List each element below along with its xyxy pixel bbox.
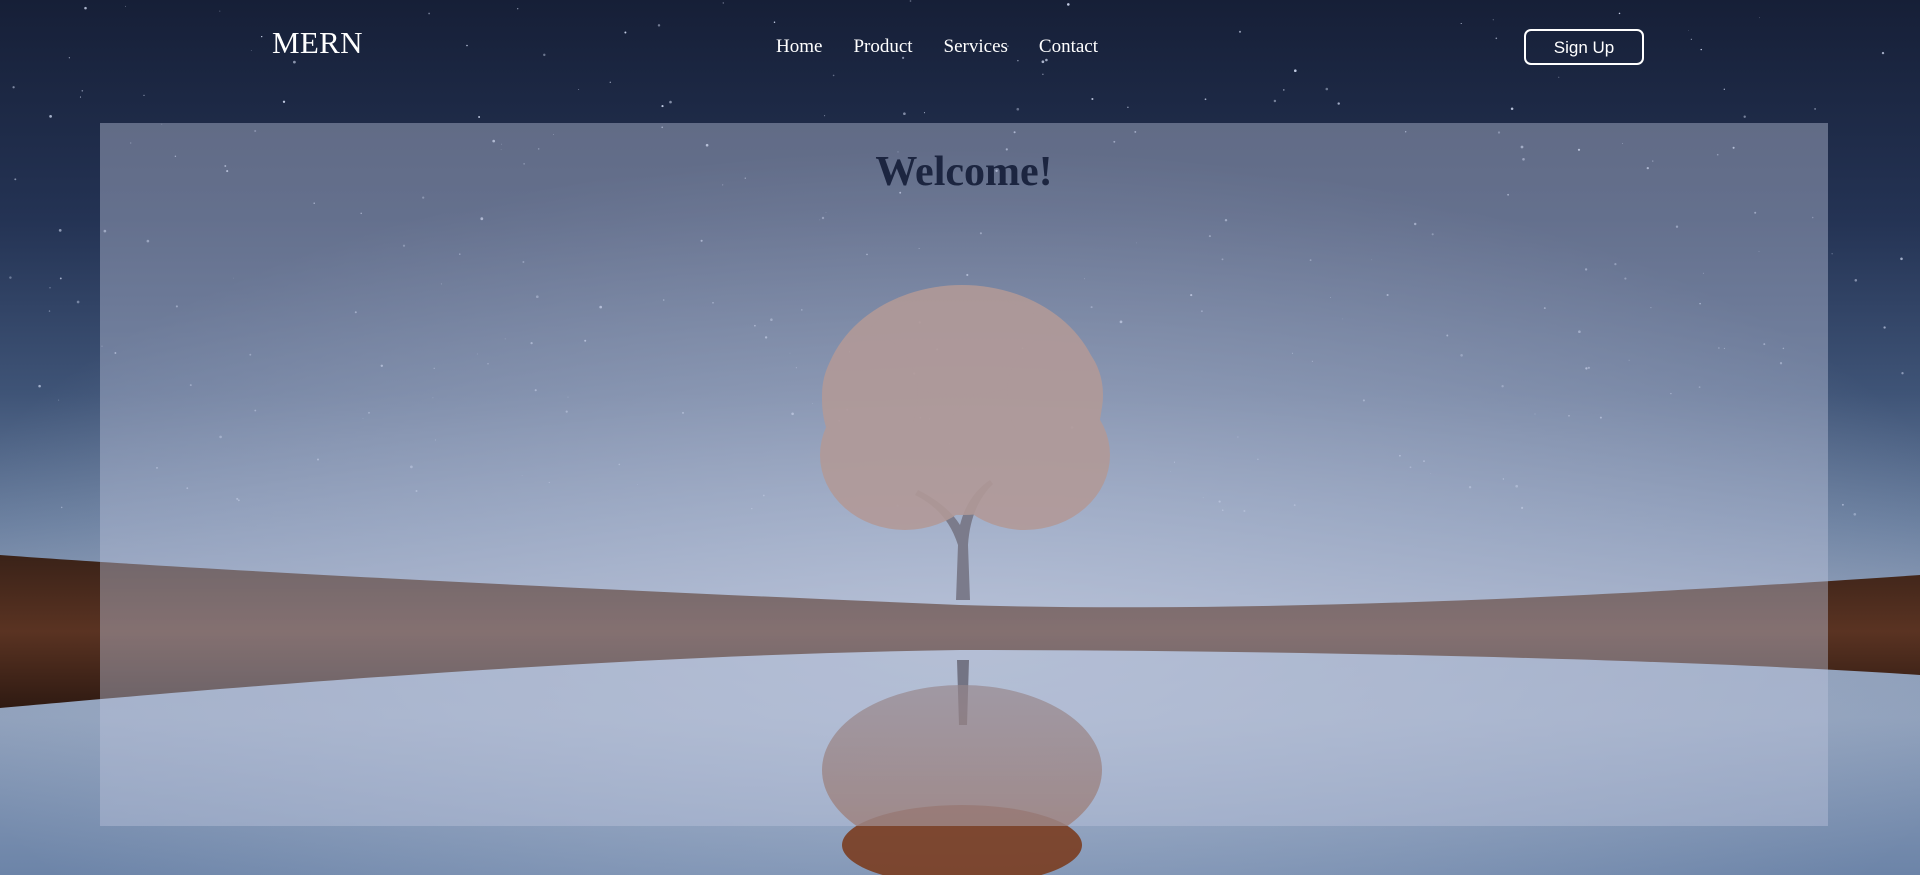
- brand-logo[interactable]: MERN: [272, 27, 363, 58]
- sign-up-button[interactable]: Sign Up: [1524, 29, 1644, 65]
- nav-link-services[interactable]: Services: [944, 37, 1008, 56]
- nav-links: Home Product Services Contact: [776, 37, 1098, 56]
- nav-link-contact[interactable]: Contact: [1039, 37, 1098, 56]
- nav-link-product[interactable]: Product: [853, 37, 912, 56]
- nav-link-home[interactable]: Home: [776, 37, 822, 56]
- welcome-panel: Welcome!: [100, 123, 1828, 826]
- page-title: Welcome!: [875, 149, 1053, 195]
- top-navbar: MERN Home Product Services Contact Sign …: [0, 0, 1920, 96]
